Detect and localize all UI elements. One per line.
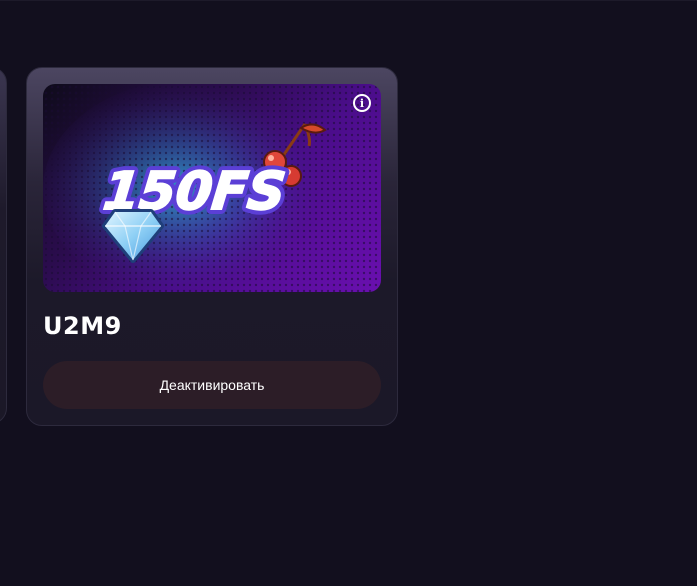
deactivate-button[interactable]: Деактивировать: [43, 361, 381, 409]
promo-code-card: 150FS 150FS i U2M9 Деактивировать: [26, 67, 398, 426]
promo-banner-image: 150FS 150FS i: [43, 84, 381, 292]
previous-promo-card[interactable]: [0, 67, 7, 424]
info-icon-glyph: i: [359, 96, 365, 110]
info-icon[interactable]: i: [353, 94, 371, 112]
top-divider: [0, 0, 697, 1]
promo-code-title: U2M9: [43, 312, 122, 340]
